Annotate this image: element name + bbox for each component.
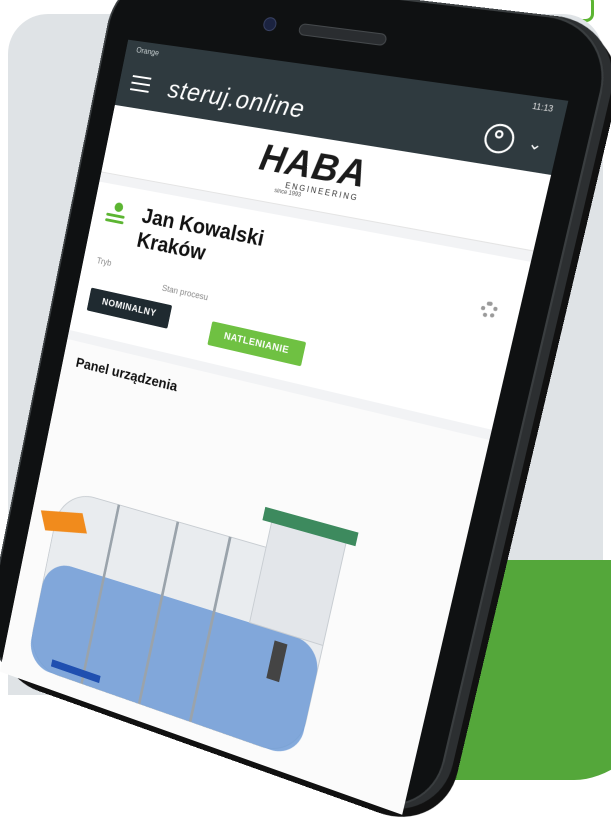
chevron-down-icon[interactable]: ⌄	[526, 133, 545, 156]
mode-badge: NOMINALNY	[86, 287, 173, 329]
speaker-grille	[297, 22, 388, 47]
owner-wave-icon	[104, 201, 129, 227]
mode-label: Tryb	[95, 255, 113, 268]
tank-illustration	[0, 446, 359, 808]
camera-icon	[262, 16, 278, 32]
carrier-label: Orange	[135, 45, 160, 57]
owner-info: Jan Kowalski Kraków	[135, 204, 266, 277]
menu-icon[interactable]	[129, 75, 152, 93]
clock: 11:13	[531, 100, 555, 114]
process-badge: NATLENIANIE	[207, 321, 307, 367]
